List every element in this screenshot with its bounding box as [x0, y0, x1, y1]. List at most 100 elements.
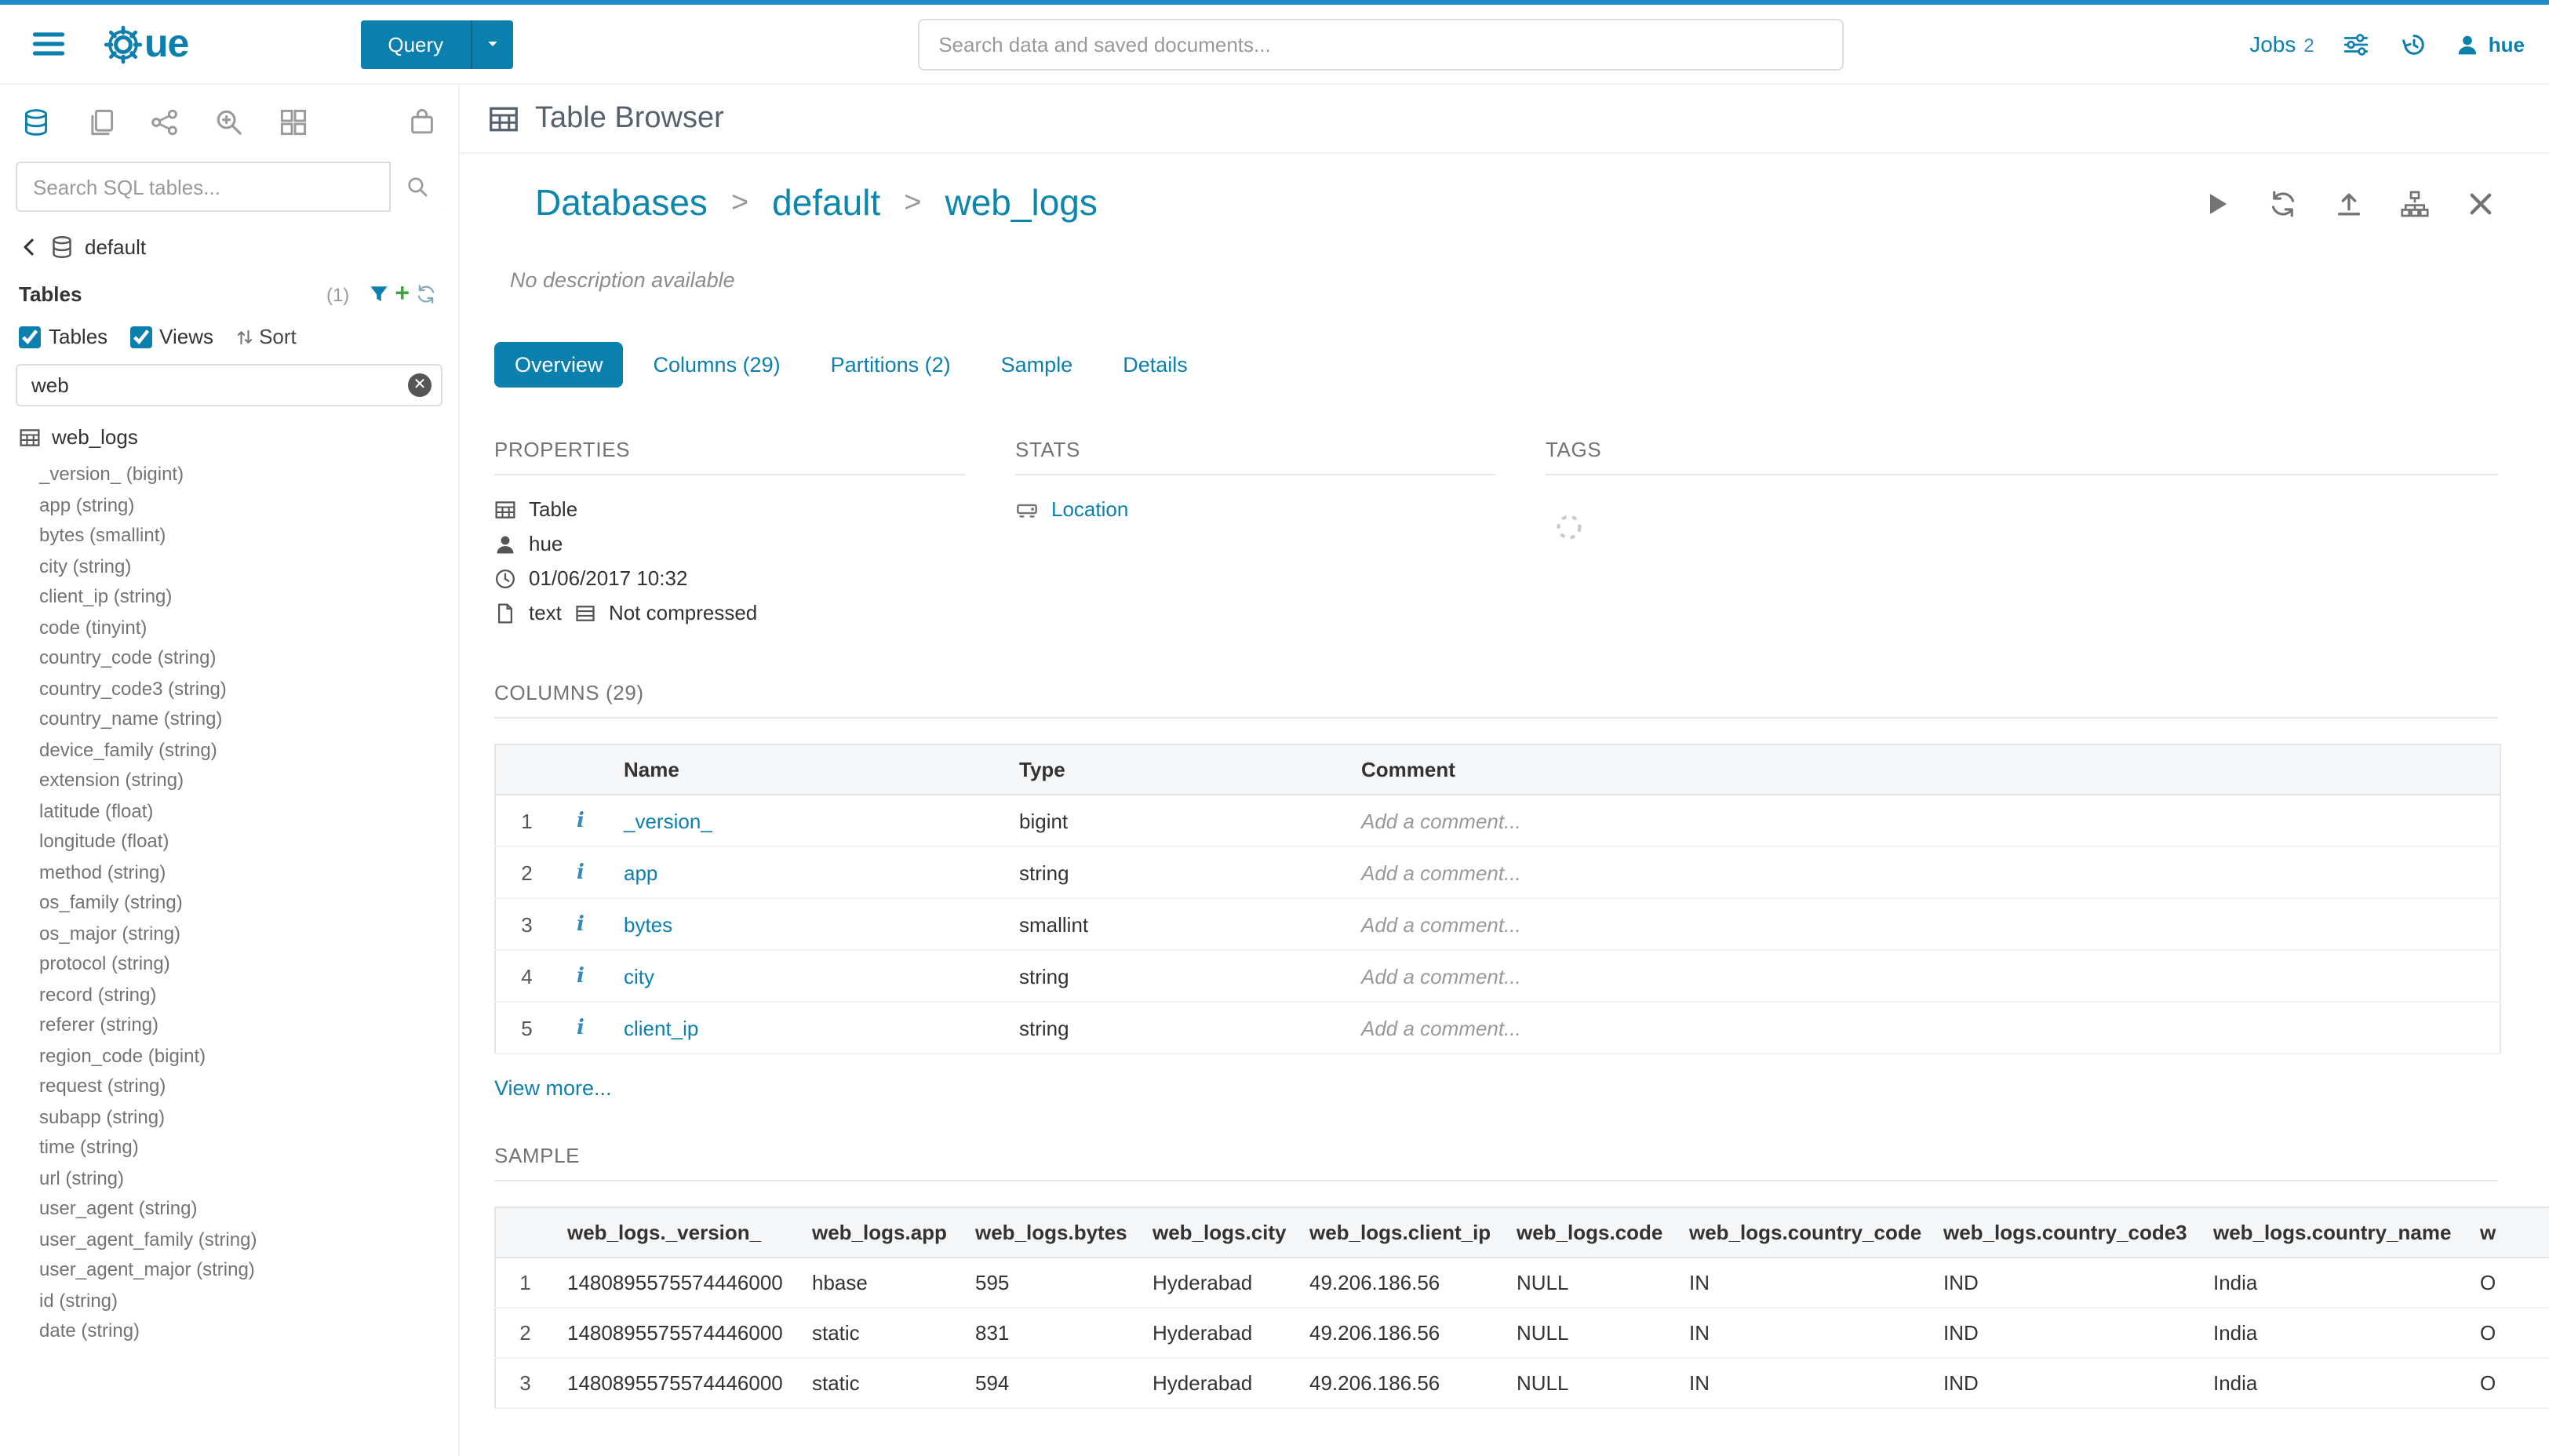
- sidebar-column-item[interactable]: url (string): [39, 1163, 458, 1194]
- sidebar-column-item[interactable]: country_code (string): [39, 643, 458, 674]
- sidebar-column-item[interactable]: country_name (string): [39, 704, 458, 735]
- sidebar-table-name[interactable]: web_logs: [52, 425, 138, 449]
- columns-header-type[interactable]: Type: [1007, 744, 1349, 795]
- location-link[interactable]: Location: [1051, 497, 1128, 521]
- sidebar-column-item[interactable]: country_code3 (string): [39, 674, 458, 704]
- columns-header-name[interactable]: Name: [611, 744, 1007, 795]
- columns-table-row[interactable]: 4 i city string Add a comment...: [495, 950, 2500, 1002]
- column-comment[interactable]: Add a comment...: [1349, 950, 2500, 1002]
- sidebar-column-item[interactable]: request (string): [39, 1072, 458, 1102]
- refresh-tables-button[interactable]: [413, 281, 439, 308]
- column-name-link[interactable]: city: [624, 964, 654, 988]
- sample-header-cell[interactable]: web_logs.app: [799, 1207, 963, 1258]
- sidebar-column-item[interactable]: region_code (bigint): [39, 1041, 458, 1072]
- column-name-link[interactable]: client_ip: [624, 1016, 698, 1039]
- hue-logo[interactable]: ue: [104, 21, 188, 67]
- sidebar-column-item[interactable]: record (string): [39, 980, 458, 1010]
- table-filter-input[interactable]: [16, 364, 442, 406]
- filter-funnel-button[interactable]: [365, 281, 391, 308]
- sidebar-column-item[interactable]: client_ip (string): [39, 582, 458, 613]
- sidebar-column-item[interactable]: os_major (string): [39, 919, 458, 949]
- tables-checkbox[interactable]: [19, 326, 41, 348]
- sidebar-column-item[interactable]: longitude (float): [39, 827, 458, 857]
- sample-table-scroll-area[interactable]: web_logs._version_web_logs.appweb_logs.b…: [494, 1207, 2549, 1409]
- sample-header-cell[interactable]: web_logs.client_ip: [1297, 1207, 1504, 1258]
- sample-header-cell[interactable]: web_logs.bytes: [963, 1207, 1140, 1258]
- clear-filter-button[interactable]: ✕: [408, 373, 432, 397]
- documents-tab-icon[interactable]: [86, 108, 115, 136]
- sample-header-cell[interactable]: web_logs._version_: [555, 1207, 799, 1258]
- columns-table-row[interactable]: 1 i _version_ bigint Add a comment...: [495, 795, 2500, 846]
- info-icon[interactable]: i: [570, 913, 591, 937]
- jobs-link[interactable]: Jobs 2: [2249, 31, 2314, 56]
- add-table-button[interactable]: +: [391, 281, 413, 308]
- info-icon[interactable]: i: [570, 810, 591, 833]
- sidebar-column-item[interactable]: latitude (float): [39, 796, 458, 827]
- history-button[interactable]: [2398, 27, 2431, 60]
- search-assist-tab-icon[interactable]: [215, 108, 243, 136]
- column-comment[interactable]: Add a comment...: [1349, 898, 2500, 950]
- column-name-link[interactable]: bytes: [624, 912, 672, 936]
- sidebar-column-item[interactable]: device_family (string): [39, 735, 458, 766]
- breadcrumb-current-table[interactable]: web_logs: [945, 182, 1098, 224]
- database-breadcrumb[interactable]: default: [0, 212, 458, 268]
- columns-table-row[interactable]: 5 i client_ip string Add a comment...: [495, 1002, 2500, 1054]
- sample-header-cell[interactable]: web_logs.city: [1140, 1207, 1297, 1258]
- sample-header-cell[interactable]: web_logs.country_code3: [1931, 1207, 2201, 1258]
- sidebar-column-item[interactable]: bytes (smallint): [39, 521, 458, 551]
- info-icon[interactable]: i: [570, 965, 591, 988]
- column-name-link[interactable]: app: [624, 861, 657, 884]
- breadcrumb-default-db[interactable]: default: [772, 182, 880, 224]
- tab-columns[interactable]: Columns (29): [633, 342, 801, 388]
- query-dropdown-button[interactable]: [470, 20, 512, 68]
- collections-tab-icon[interactable]: [408, 108, 436, 136]
- tab-sample[interactable]: Sample: [981, 342, 1094, 388]
- sample-header-cell[interactable]: web_logs.country_name: [2201, 1207, 2467, 1258]
- refresh-button[interactable]: [2266, 186, 2300, 220]
- view-more-link[interactable]: View more...: [494, 1076, 612, 1100]
- sidebar-column-item[interactable]: os_family (string): [39, 888, 458, 919]
- column-name-link[interactable]: _version_: [624, 809, 712, 832]
- sidebar-column-item[interactable]: user_agent (string): [39, 1194, 458, 1225]
- sidebar-column-item[interactable]: date (string): [39, 1316, 458, 1347]
- database-name[interactable]: default: [85, 235, 146, 259]
- sort-control[interactable]: Sort: [235, 325, 297, 348]
- sql-assist-tab-database-icon[interactable]: [22, 108, 50, 136]
- back-chevron-icon[interactable]: [19, 237, 39, 257]
- sidebar-column-item[interactable]: city (string): [39, 551, 458, 582]
- sample-header-cell[interactable]: web_logs.code: [1504, 1207, 1677, 1258]
- sql-tables-search-input[interactable]: [16, 162, 442, 212]
- info-icon[interactable]: i: [570, 861, 591, 885]
- columns-table-row[interactable]: 2 i app string Add a comment...: [495, 846, 2500, 898]
- global-search-input[interactable]: [918, 18, 1844, 70]
- table-description[interactable]: No description available: [510, 268, 2498, 292]
- import-data-button[interactable]: [2332, 186, 2366, 220]
- sidebar-column-item[interactable]: extension (string): [39, 766, 458, 796]
- tab-partitions[interactable]: Partitions (2): [810, 342, 971, 388]
- sidebar-column-item[interactable]: protocol (string): [39, 949, 458, 980]
- functions-tab-icon[interactable]: [151, 108, 179, 136]
- columns-table-row[interactable]: 3 i bytes smallint Add a comment...: [495, 898, 2500, 950]
- hamburger-menu-button[interactable]: [25, 22, 72, 66]
- sidebar-column-item[interactable]: subapp (string): [39, 1102, 458, 1133]
- column-comment[interactable]: Add a comment...: [1349, 795, 2500, 846]
- sample-header-cell[interactable]: w: [2467, 1207, 2549, 1258]
- sidebar-column-item[interactable]: _version_ (bigint): [39, 460, 458, 490]
- column-comment[interactable]: Add a comment...: [1349, 846, 2500, 898]
- sidebar-table-web-logs[interactable]: web_logs: [0, 406, 458, 455]
- info-icon[interactable]: i: [570, 1017, 591, 1040]
- sidebar-column-item[interactable]: referer (string): [39, 1010, 458, 1041]
- jobs-settings-button[interactable]: [2340, 27, 2372, 60]
- query-button[interactable]: Query: [361, 20, 470, 68]
- views-checkbox[interactable]: [129, 326, 151, 348]
- query-table-button[interactable]: [2200, 186, 2234, 220]
- sample-header-cell[interactable]: [495, 1207, 555, 1258]
- apps-grid-tab-icon[interactable]: [279, 108, 308, 136]
- sidebar-column-item[interactable]: user_agent_major (string): [39, 1255, 458, 1286]
- sidebar-column-item[interactable]: user_agent_family (string): [39, 1225, 458, 1255]
- sidebar-column-item[interactable]: time (string): [39, 1133, 458, 1163]
- breadcrumb-databases[interactable]: Databases: [535, 182, 708, 224]
- sidebar-column-item[interactable]: method (string): [39, 857, 458, 888]
- close-button[interactable]: [2463, 186, 2498, 220]
- column-comment[interactable]: Add a comment...: [1349, 1002, 2500, 1054]
